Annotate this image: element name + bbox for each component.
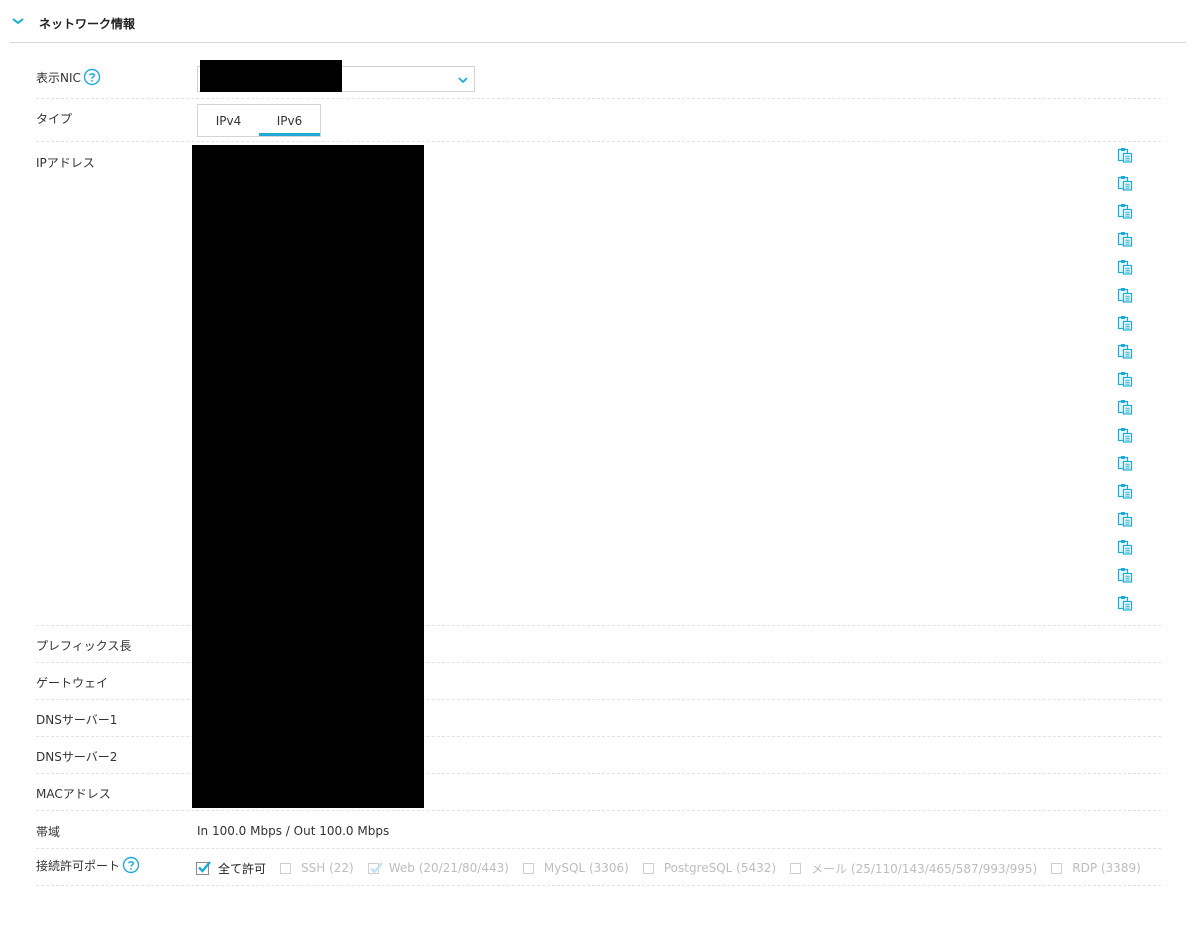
clipboard-copy-icon[interactable]	[1117, 203, 1133, 219]
checkbox-checked-icon[interactable]	[196, 860, 211, 875]
port-option[interactable]: SSH (22)	[280, 861, 354, 875]
clipboard-copy-icon[interactable]	[1117, 147, 1133, 163]
tab-ipv4[interactable]: IPv4	[198, 105, 259, 136]
port-option-label: MySQL (3306)	[543, 861, 629, 875]
label-prefix-length: プレフィックス長	[36, 639, 132, 653]
help-circle-icon[interactable]	[83, 68, 101, 86]
clipboard-copy-icon[interactable]	[1117, 483, 1133, 499]
port-checkbox-group: 全て許可 SSH (22) Web (20/21/80/443) MySQL (330…	[196, 858, 1155, 878]
clipboard-copy-icon[interactable]	[1117, 511, 1133, 527]
label-allowed-ports: 接続許可ポート	[36, 858, 121, 873]
port-option[interactable]: Web (20/21/80/443)	[367, 861, 509, 875]
clipboard-copy-icon[interactable]	[1117, 343, 1133, 359]
nic-select[interactable]	[197, 60, 475, 92]
clipboard-copy-icon[interactable]	[1117, 427, 1133, 443]
clipboard-copy-icon[interactable]	[1117, 259, 1133, 275]
clipboard-copy-icon[interactable]	[1117, 455, 1133, 471]
port-option[interactable]: PostgreSQL (5432)	[642, 861, 777, 875]
bandwidth-value: In 100.0 Mbps / Out 100.0 Mbps	[197, 824, 390, 838]
redacted-values-block	[192, 145, 424, 808]
checkbox-icon[interactable]	[642, 862, 654, 874]
clipboard-copy-icon[interactable]	[1117, 595, 1133, 611]
port-option-label: 全て許可	[218, 861, 267, 876]
port-option-label: RDP (3389)	[1072, 861, 1141, 875]
label-gateway: ゲートウェイ	[36, 676, 109, 690]
checkbox-icon[interactable]	[1051, 862, 1063, 874]
checkmark-icon	[369, 861, 383, 874]
label-dns1: DNSサーバー1	[36, 713, 118, 727]
label-display-nic: 表示NIC	[36, 70, 81, 85]
clipboard-copy-icon[interactable]	[1117, 287, 1133, 303]
checkbox-icon[interactable]	[522, 862, 534, 874]
checkbox-icon[interactable]	[280, 862, 292, 874]
tab-ipv6[interactable]: IPv6	[259, 105, 320, 136]
label-bandwidth: 帯域	[36, 825, 61, 839]
network-info-panel: ネットワーク情報 表示NIC タイプ IPv4 IPv6 IPアドレス プレフィ…	[0, 0, 1200, 926]
port-option[interactable]: RDP (3389)	[1051, 861, 1141, 875]
label-type: タイプ	[36, 112, 73, 126]
clipboard-copy-icon[interactable]	[1117, 315, 1133, 331]
clipboard-copy-icon[interactable]	[1117, 175, 1133, 191]
section-title: ネットワーク情報	[39, 17, 136, 31]
port-option-label: PostgreSQL (5432)	[663, 861, 777, 875]
checkbox-icon[interactable]	[790, 862, 802, 874]
clipboard-copy-icon[interactable]	[1117, 399, 1133, 415]
section-header[interactable]: ネットワーク情報	[10, 0, 1186, 43]
port-option[interactable]: MySQL (3306)	[522, 861, 629, 875]
port-option-label: SSH (22)	[301, 861, 354, 875]
label-ip-address: IPアドレス	[36, 156, 95, 170]
ip-version-tabs: IPv4 IPv6	[197, 104, 321, 137]
port-option[interactable]: メール (25/110/143/465/587/993/995)	[790, 860, 1037, 877]
redacted-value	[200, 60, 342, 92]
label-mac-address: MACアドレス	[36, 787, 111, 801]
label-dns2: DNSサーバー2	[36, 750, 118, 764]
chevron-down-icon[interactable]	[458, 76, 468, 84]
clipboard-copy-icon[interactable]	[1117, 539, 1133, 555]
clipboard-copy-icon[interactable]	[1117, 231, 1133, 247]
port-option-label: Web (20/21/80/443)	[388, 861, 509, 875]
help-circle-icon[interactable]	[122, 856, 140, 874]
clipboard-copy-icon[interactable]	[1117, 567, 1133, 583]
port-option[interactable]: 全て許可	[196, 860, 266, 877]
port-option-label: メール (25/110/143/465/587/993/995)	[811, 861, 1038, 876]
chevron-down-icon[interactable]	[11, 14, 25, 28]
checkmark-icon	[198, 860, 211, 873]
clipboard-copy-icon[interactable]	[1117, 371, 1133, 387]
checkbox-checked-icon[interactable]	[367, 861, 383, 874]
